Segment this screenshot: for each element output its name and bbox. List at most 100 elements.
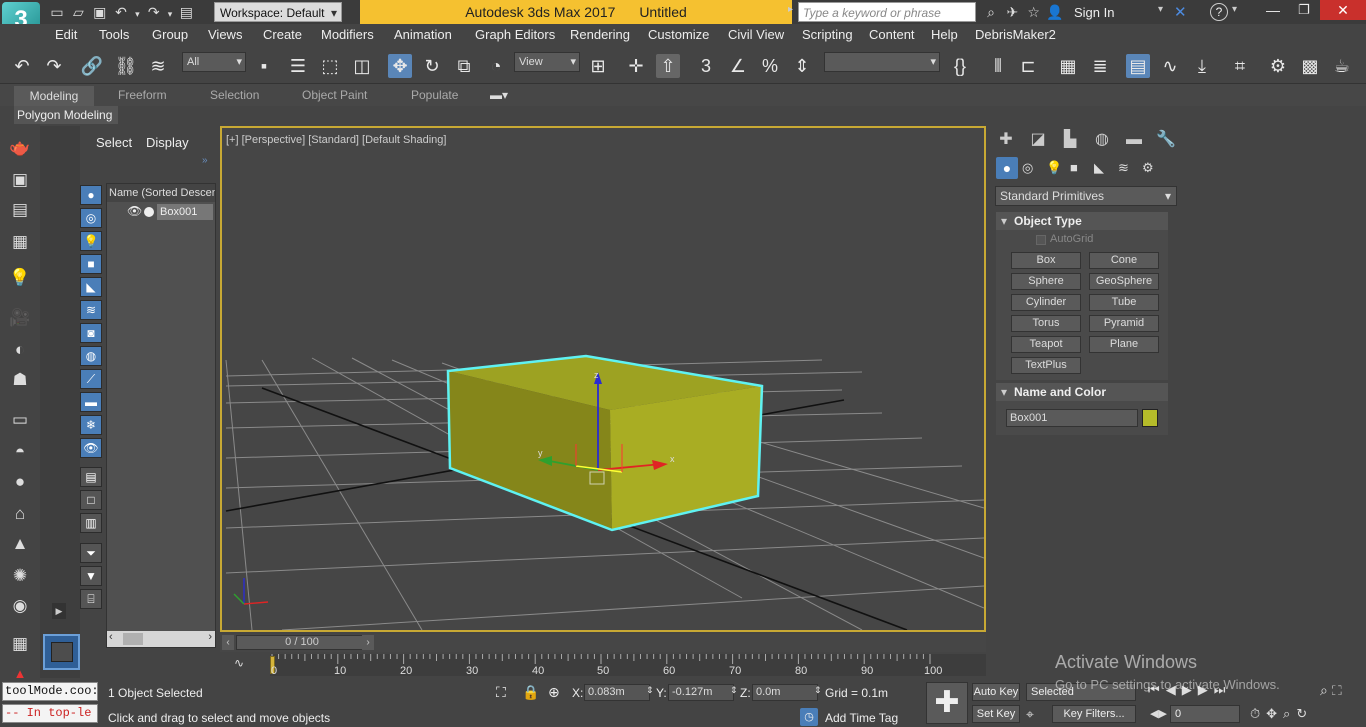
communication-icon[interactable]: ✈ bbox=[1003, 3, 1021, 21]
horizontal-scrollbar[interactable]: ‹ › bbox=[107, 631, 215, 647]
time-slider[interactable]: 0 / 100 bbox=[236, 635, 368, 650]
layer-icon[interactable]: ⌸ bbox=[80, 589, 102, 609]
filter-helpers-icon[interactable]: ◣ bbox=[80, 277, 102, 297]
menu-create[interactable]: Create bbox=[263, 27, 302, 42]
render-setup-icon[interactable]: ⚙ bbox=[1266, 54, 1290, 78]
geosphere-button[interactable]: GeoSphere bbox=[1089, 273, 1159, 290]
disc-icon[interactable]: ◉ bbox=[8, 594, 32, 618]
explorer-tab-display[interactable]: Display bbox=[146, 135, 189, 150]
render-production-icon[interactable]: ☕ bbox=[1330, 54, 1354, 78]
menu-tools[interactable]: Tools bbox=[99, 27, 129, 42]
menu-rendering[interactable]: Rendering bbox=[570, 27, 630, 42]
maxscript-listener-input[interactable]: toolMode.coo: bbox=[2, 682, 98, 701]
filter-xrefs-icon[interactable]: ◍ bbox=[80, 346, 102, 366]
filter-groups-icon[interactable]: ◙ bbox=[80, 323, 102, 343]
select-and-scale-icon[interactable]: ⧉ bbox=[452, 54, 476, 78]
utilities-tab-icon[interactable]: 🔧 bbox=[1152, 128, 1180, 152]
filter-geometry-icon[interactable]: ● bbox=[80, 185, 102, 205]
z-coord-field[interactable]: 0.0m bbox=[752, 684, 818, 701]
name-column-header[interactable]: Name (Sorted Descen bbox=[107, 184, 215, 202]
grid-object-icon[interactable]: ▦ bbox=[8, 632, 32, 656]
cylinder-button[interactable]: Cylinder bbox=[1011, 294, 1081, 311]
favorites-star-icon[interactable]: ☆ bbox=[1025, 3, 1043, 21]
set-key-button[interactable]: Set Key bbox=[972, 705, 1020, 723]
invert-display-icon[interactable]: ▥ bbox=[80, 513, 102, 533]
render-icon[interactable]: ▦ bbox=[8, 230, 32, 254]
menu-graph-editors[interactable]: Graph Editors bbox=[475, 27, 555, 42]
time-tag-icon[interactable]: ◷ bbox=[800, 708, 818, 726]
tab-object-paint[interactable]: Object Paint bbox=[302, 88, 367, 102]
isolate-selection-icon[interactable]: ⛶ bbox=[496, 684, 506, 701]
filter-shapes-icon[interactable]: ◎ bbox=[80, 208, 102, 228]
menu-customize[interactable]: Customize bbox=[648, 27, 709, 42]
tab-modeling[interactable]: Modeling bbox=[14, 86, 94, 106]
expand-arrow-icon[interactable]: ▶ bbox=[52, 603, 66, 619]
workspace-dropdown[interactable]: Workspace: Default ▾ bbox=[214, 2, 342, 22]
box001-object[interactable] bbox=[446, 354, 764, 532]
selection-filter-dropdown[interactable]: All ▾ bbox=[182, 52, 246, 72]
undo-icon[interactable]: ↶ bbox=[10, 54, 34, 78]
select-and-rotate-icon[interactable]: ↻ bbox=[420, 54, 444, 78]
tab-selection[interactable]: Selection bbox=[210, 88, 259, 102]
redo-dropdown-icon[interactable]: ▾ bbox=[166, 5, 174, 23]
teapot-icon[interactable]: 🫖 bbox=[8, 136, 32, 160]
display-tab-icon[interactable]: ▬ bbox=[1120, 128, 1148, 152]
menu-content[interactable]: Content bbox=[869, 27, 915, 42]
menu-scripting[interactable]: Scripting bbox=[802, 27, 853, 42]
category-dropdown[interactable]: Standard Primitives ▾ bbox=[995, 186, 1177, 206]
scroll-right-icon[interactable]: › bbox=[208, 631, 212, 643]
time-config-icons[interactable]: ⏱✥⌕↻ bbox=[1250, 706, 1313, 722]
spinner-snap-icon[interactable]: ⇕ bbox=[790, 54, 814, 78]
time-next-icon[interactable]: › bbox=[362, 635, 374, 650]
perspective-viewport[interactable]: [+] [Perspective] [Standard] [Default Sh… bbox=[220, 126, 986, 632]
select-object-icon[interactable]: ▪ bbox=[252, 54, 276, 78]
redo-icon[interactable]: ↷ bbox=[145, 3, 163, 21]
menu-edit[interactable]: Edit bbox=[55, 27, 77, 42]
menu-civil-view[interactable]: Civil View bbox=[728, 27, 784, 42]
menu-modifiers[interactable]: Modifiers bbox=[321, 27, 374, 42]
y-coord-field[interactable]: -0.127m bbox=[668, 684, 734, 701]
filter-frozen-icon[interactable]: ❄ bbox=[80, 415, 102, 435]
curve-editor-mini-icon[interactable]: ∿ bbox=[234, 656, 244, 670]
select-and-move-icon[interactable]: ✥ bbox=[388, 54, 412, 78]
set-key-plus-icon[interactable]: ✚ bbox=[926, 682, 968, 724]
spinner-icon[interactable]: ⇕ bbox=[730, 685, 738, 696]
filter-cameras-icon[interactable]: ■ bbox=[80, 254, 102, 274]
viewport-nav-icons[interactable]: ⌕⛶ bbox=[1320, 682, 1346, 699]
percent-snap-icon[interactable]: % bbox=[758, 54, 782, 78]
space-warp-icon[interactable]: ☗ bbox=[8, 368, 32, 392]
spinner-icon[interactable]: ⇕ bbox=[814, 685, 822, 696]
bind-space-warp-icon[interactable]: ≋ bbox=[146, 54, 170, 78]
geometry-category-icon[interactable]: ● bbox=[996, 157, 1018, 179]
sphere-icon[interactable]: ● bbox=[8, 470, 32, 494]
helpers-category-icon[interactable]: ◣ bbox=[1094, 160, 1104, 176]
save-icon[interactable]: ▣ bbox=[91, 3, 109, 21]
filter-hidden-icon[interactable]: 👁 bbox=[80, 438, 102, 458]
pyramid-button[interactable]: Pyramid bbox=[1089, 315, 1159, 332]
modify-tab-icon[interactable]: ◪ bbox=[1024, 128, 1052, 152]
keyboard-shortcut-override-icon[interactable]: ⇧ bbox=[656, 54, 680, 78]
name-color-rollout-header[interactable]: Name and Color bbox=[996, 383, 1168, 401]
x-coord-field[interactable]: 0.083m bbox=[584, 684, 650, 701]
tab-populate[interactable]: Populate bbox=[411, 88, 458, 102]
menu-debrismaker2[interactable]: DebrisMaker2 bbox=[975, 27, 1056, 42]
curve-editor-icon[interactable]: ∿ bbox=[1158, 54, 1182, 78]
key-filters-button[interactable]: Key Filters... bbox=[1052, 705, 1136, 723]
scene-explorer-icon[interactable]: ▦ bbox=[1056, 54, 1080, 78]
motion-tab-icon[interactable]: ◍ bbox=[1088, 128, 1116, 152]
sign-in-dropdown-icon[interactable]: ▾ bbox=[1158, 4, 1163, 15]
spinner-icon[interactable]: ⇕ bbox=[646, 685, 654, 696]
named-selection-sets-dropdown[interactable]: ▾ bbox=[824, 52, 940, 72]
add-time-tag[interactable]: Add Time Tag bbox=[825, 711, 898, 725]
object-name-input[interactable]: Box001 bbox=[1006, 409, 1138, 427]
filter-lights-icon[interactable]: 💡 bbox=[80, 231, 102, 251]
angle-snap-icon[interactable]: ∠ bbox=[726, 54, 750, 78]
list-item-label[interactable]: Box001 bbox=[157, 204, 213, 220]
auto-key-button[interactable]: Auto Key bbox=[972, 683, 1020, 701]
unlink-icon[interactable]: ⛓ bbox=[114, 54, 138, 78]
systems-category-icon[interactable]: ⚙ bbox=[1142, 160, 1154, 176]
minimize-icon[interactable]: — bbox=[1266, 2, 1280, 18]
hemisphere-icon[interactable]: ◓ bbox=[8, 440, 32, 464]
display-none-icon[interactable]: □ bbox=[80, 490, 102, 510]
reference-coordinate-dropdown[interactable]: View ▾ bbox=[514, 52, 580, 72]
